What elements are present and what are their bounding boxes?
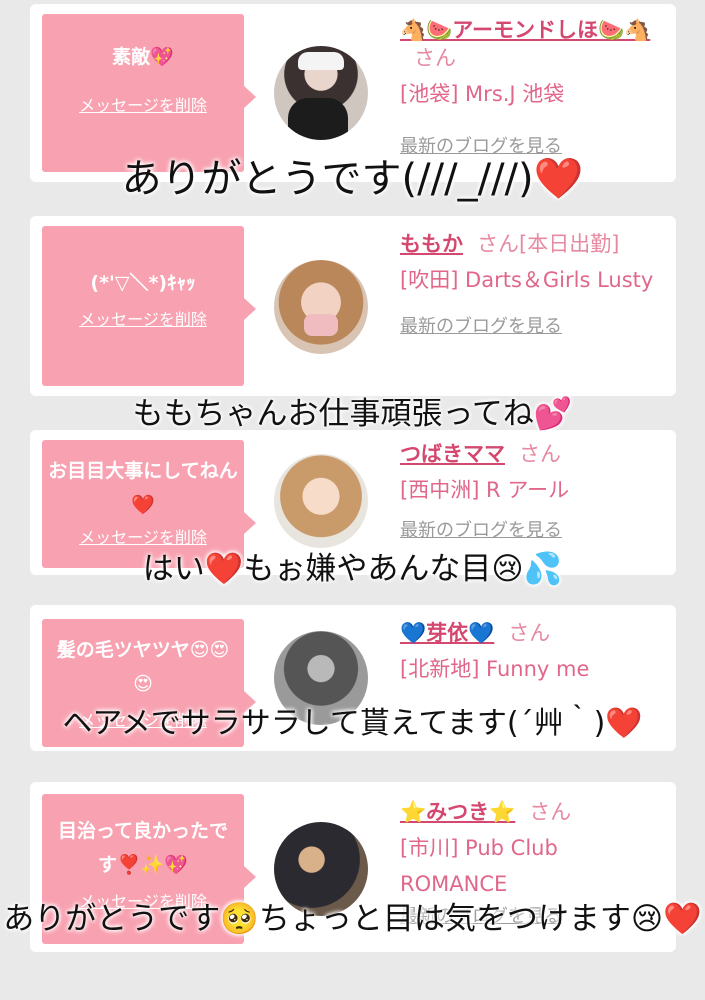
message-card: (*'▽＼*)ｷｬｯ メッセージを削除 ももか さん[本日出勤] [吹田] Dar…	[30, 216, 676, 396]
latest-blog-link[interactable]: 最新のブログを見る	[400, 516, 670, 542]
avatar[interactable]	[274, 454, 368, 548]
overlay-caption: ももちゃんお仕事頑張ってね💕	[132, 396, 573, 432]
message-text: 素敵💖	[112, 46, 174, 68]
cast-info: 🐴🍉アーモンドしほ🍉🐴さん [池袋] Mrs.J 池袋 最新のブログを見る	[400, 16, 670, 158]
shop-info: [吹田] Darts＆Girls Lusty	[400, 268, 654, 292]
cast-name-link[interactable]: つばきママ	[400, 442, 505, 466]
cast-name-line: ももか さん[本日出勤]	[400, 230, 670, 258]
honorific: さん	[414, 46, 456, 70]
message-text: 目治って良かったです❣️✨💖	[57, 820, 229, 876]
shop-info: [池袋] Mrs.J 池袋	[400, 82, 565, 106]
cast-name-link[interactable]: 💙芽依💙	[400, 621, 494, 645]
cast-name-link[interactable]: ⭐みつき⭐	[400, 800, 515, 824]
message-text: 髪の毛ツヤツヤ😍😍😍	[56, 639, 230, 695]
cast-info: ももか さん[本日出勤] [吹田] Darts＆Girls Lusty 最新のブロ…	[400, 230, 670, 338]
overlay-caption: ありがとうです(///_///)❤️	[121, 156, 584, 202]
cast-name-line: 💙芽依💙 さん	[400, 619, 670, 647]
latest-blog-link[interactable]: 最新のブログを見る	[400, 312, 670, 338]
avatar[interactable]	[274, 260, 368, 354]
overlay-caption: ありがとうです🥺ちょっと目は気をつけます😢❤️	[3, 901, 702, 937]
cast-name-link[interactable]: 🐴🍉アーモンドしほ🍉🐴	[400, 18, 650, 42]
delete-message-link[interactable]: メッセージを削除	[42, 306, 244, 330]
honorific: さん	[519, 442, 561, 466]
shop-info: [北新地] Funny me	[400, 657, 590, 681]
shop-info: [西中洲] R アール	[400, 478, 570, 502]
message-text: (*'▽＼*)ｷｬｯ	[90, 272, 196, 294]
overlay-caption: はい❤️もぉ嫌やあんな目😢💦	[142, 551, 563, 587]
cast-name-line: つばきママ さん	[400, 440, 670, 468]
cast-name-line: 🐴🍉アーモンドしほ🍉🐴 さん	[400, 16, 670, 72]
cast-info: 💙芽依💙 さん [北新地] Funny me	[400, 619, 670, 687]
cast-name-link[interactable]: ももか	[400, 232, 463, 256]
message-text: お目目大事にしてねん❤️	[48, 460, 238, 516]
shop-info: [市川] Pub Club ROMANCE	[400, 836, 558, 896]
delete-message-link[interactable]: メッセージを削除	[42, 92, 244, 116]
avatar[interactable]	[274, 46, 368, 140]
message-bubble: (*'▽＼*)ｷｬｯ メッセージを削除	[42, 226, 256, 386]
overlay-caption: ヘアメでサラサラして貰えてます(´艸｀)❤️	[62, 706, 643, 741]
honorific: さん	[529, 800, 572, 824]
cast-info: つばきママ さん [西中洲] R アール 最新のブログを見る	[400, 440, 670, 542]
honorific: さん	[508, 621, 551, 645]
cast-name-line: ⭐みつき⭐ さん	[400, 798, 670, 826]
honorific: さん[本日出勤]	[477, 232, 620, 256]
